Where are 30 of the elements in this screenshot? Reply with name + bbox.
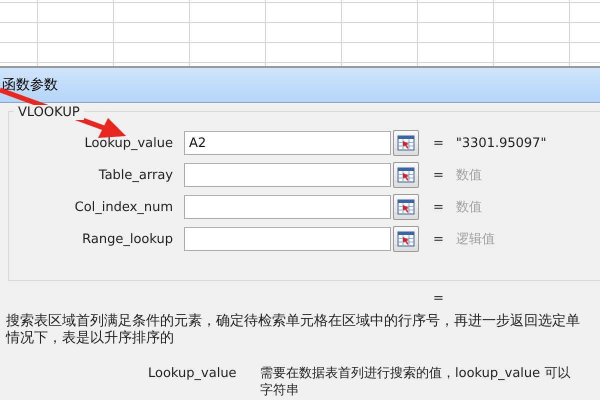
equals-sign: = xyxy=(433,136,444,150)
range-select-button[interactable] xyxy=(393,162,419,188)
dialog-title: 函数参数 xyxy=(2,76,58,94)
equals-sign: = xyxy=(433,168,444,182)
function-description: 搜索表区域首列满足条件的元素，确定待检索单元格在区域中的行序号，再进一步返回选定单情况下，表是以升序排序的 xyxy=(6,313,580,347)
type-hint: 数值 xyxy=(456,167,482,184)
argument-input[interactable]: A2 xyxy=(184,131,391,155)
range-select-button[interactable] xyxy=(393,130,419,156)
argument-help-text: 需要在数据表首列进行搜索的值，lookup_value 可以字符串 xyxy=(260,365,572,399)
argument-help-name: Lookup_value xyxy=(148,365,238,383)
equals-sign: = xyxy=(433,200,444,214)
range-select-icon xyxy=(397,167,415,183)
range-select-icon xyxy=(397,135,415,151)
equals-sign: = xyxy=(433,232,444,246)
argument-label: Col_index_num xyxy=(74,200,173,214)
range-select-icon xyxy=(397,231,415,247)
range-select-button[interactable] xyxy=(393,226,419,252)
type-hint: 数值 xyxy=(456,199,482,216)
argument-input[interactable] xyxy=(184,195,391,219)
argument-result: "3301.95097" xyxy=(456,136,546,150)
formula-result: = xyxy=(433,291,444,307)
type-hint: 逻辑值 xyxy=(456,231,495,248)
argument-input[interactable] xyxy=(184,227,391,251)
function-name: VLOOKUP xyxy=(14,105,84,120)
argument-label: Table_array xyxy=(98,168,173,182)
range-select-icon xyxy=(397,199,415,215)
argument-label: Lookup_value xyxy=(83,136,173,150)
range-select-button[interactable] xyxy=(393,194,419,220)
argument-label: Range_lookup xyxy=(81,232,173,246)
argument-input[interactable] xyxy=(184,163,391,187)
